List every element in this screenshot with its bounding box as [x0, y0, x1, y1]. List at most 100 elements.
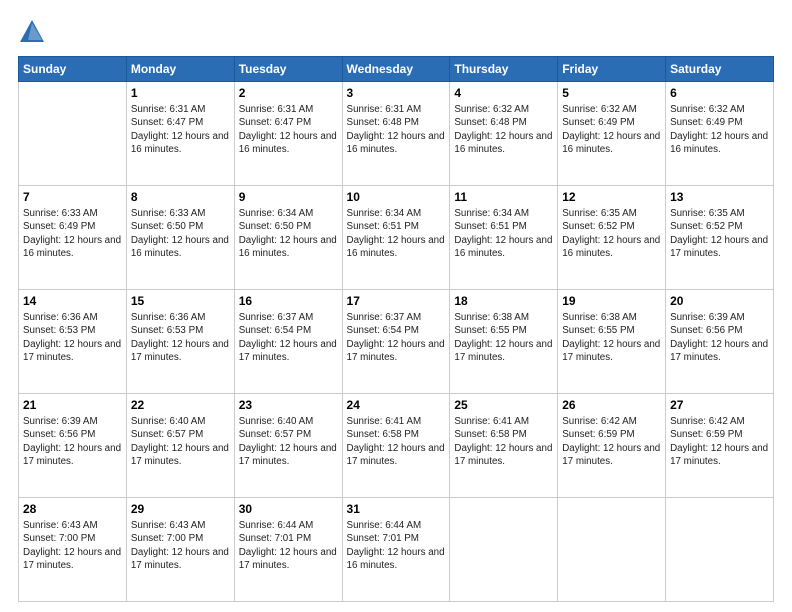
cell-day-number: 30	[239, 501, 338, 517]
cell-day-number: 21	[23, 397, 122, 413]
cell-info: Sunrise: 6:33 AMSunset: 6:50 PMDaylight:…	[131, 207, 230, 260]
calendar-table: SundayMondayTuesdayWednesdayThursdayFrid…	[18, 56, 774, 602]
cell-info: Sunrise: 6:32 AMSunset: 6:49 PMDaylight:…	[670, 103, 769, 156]
calendar-header-monday: Monday	[126, 57, 234, 82]
cell-info: Sunrise: 6:37 AMSunset: 6:54 PMDaylight:…	[239, 311, 338, 364]
calendar-header-thursday: Thursday	[450, 57, 558, 82]
calendar-cell: 12Sunrise: 6:35 AMSunset: 6:52 PMDayligh…	[558, 186, 666, 290]
cell-day-number: 1	[131, 85, 230, 101]
cell-day-number: 28	[23, 501, 122, 517]
cell-day-number: 13	[670, 189, 769, 205]
calendar-week-2: 7 Sunrise: 6:33 AMSunset: 6:49 PMDaylight…	[19, 186, 774, 290]
calendar-cell: 20 Sunrise: 6:39 AMSunset: 6:56 PMDayligh…	[666, 290, 774, 394]
cell-day-number: 14	[23, 293, 122, 309]
header	[18, 18, 774, 46]
calendar-cell: 8 Sunrise: 6:33 AMSunset: 6:50 PMDaylight…	[126, 186, 234, 290]
calendar-header-wednesday: Wednesday	[342, 57, 450, 82]
calendar-cell	[19, 82, 127, 186]
calendar-header-row: SundayMondayTuesdayWednesdayThursdayFrid…	[19, 57, 774, 82]
calendar-header-saturday: Saturday	[666, 57, 774, 82]
calendar-cell: 29 Sunrise: 6:43 AMSunset: 7:00 PMDayligh…	[126, 498, 234, 602]
cell-day-number: 27	[670, 397, 769, 413]
calendar-cell	[450, 498, 558, 602]
cell-info: Sunrise: 6:43 AMSunset: 7:00 PMDaylight:…	[23, 519, 122, 572]
calendar-cell: 25Sunrise: 6:41 AMSunset: 6:58 PMDayligh…	[450, 394, 558, 498]
cell-day-number: 22	[131, 397, 230, 413]
calendar-cell: 7 Sunrise: 6:33 AMSunset: 6:49 PMDaylight…	[19, 186, 127, 290]
cell-info: Sunrise: 6:39 AMSunset: 6:56 PMDaylight:…	[670, 311, 769, 364]
cell-info: Sunrise: 6:32 AMSunset: 6:48 PMDaylight:…	[454, 103, 553, 156]
cell-day-number: 8	[131, 189, 230, 205]
cell-day-number: 19	[562, 293, 661, 309]
calendar-header-friday: Friday	[558, 57, 666, 82]
cell-day-number: 9	[239, 189, 338, 205]
cell-info: Sunrise: 6:38 AMSunset: 6:55 PMDaylight:…	[454, 311, 553, 364]
cell-day-number: 12	[562, 189, 661, 205]
calendar-cell: 27 Sunrise: 6:42 AMSunset: 6:59 PMDayligh…	[666, 394, 774, 498]
logo	[18, 18, 50, 46]
calendar-cell: 26 Sunrise: 6:42 AMSunset: 6:59 PMDayligh…	[558, 394, 666, 498]
calendar-week-5: 28 Sunrise: 6:43 AMSunset: 7:00 PMDayligh…	[19, 498, 774, 602]
cell-day-number: 26	[562, 397, 661, 413]
calendar-cell: 5 Sunrise: 6:32 AMSunset: 6:49 PMDaylight…	[558, 82, 666, 186]
cell-info: Sunrise: 6:33 AMSunset: 6:49 PMDaylight:…	[23, 207, 122, 260]
calendar-week-3: 14 Sunrise: 6:36 AMSunset: 6:53 PMDayligh…	[19, 290, 774, 394]
cell-day-number: 5	[562, 85, 661, 101]
cell-day-number: 31	[347, 501, 446, 517]
calendar-header-sunday: Sunday	[19, 57, 127, 82]
calendar-cell: 30 Sunrise: 6:44 AMSunset: 7:01 PMDayligh…	[234, 498, 342, 602]
cell-info: Sunrise: 6:41 AMSunset: 6:58 PMDaylight:…	[454, 415, 553, 468]
cell-info: Sunrise: 6:36 AMSunset: 6:53 PMDaylight:…	[131, 311, 230, 364]
calendar-cell: 28 Sunrise: 6:43 AMSunset: 7:00 PMDayligh…	[19, 498, 127, 602]
calendar-cell: 6 Sunrise: 6:32 AMSunset: 6:49 PMDaylight…	[666, 82, 774, 186]
calendar-cell: 21 Sunrise: 6:39 AMSunset: 6:56 PMDayligh…	[19, 394, 127, 498]
cell-day-number: 23	[239, 397, 338, 413]
calendar-week-4: 21 Sunrise: 6:39 AMSunset: 6:56 PMDayligh…	[19, 394, 774, 498]
cell-info: Sunrise: 6:34 AMSunset: 6:51 PMDaylight:…	[347, 207, 446, 260]
calendar-cell: 14Sunrise: 6:36 AMSunset: 6:53 PMDayligh…	[19, 290, 127, 394]
cell-day-number: 2	[239, 85, 338, 101]
calendar-cell: 19 Sunrise: 6:38 AMSunset: 6:55 PMDayligh…	[558, 290, 666, 394]
calendar-week-1: 1 Sunrise: 6:31 AMSunset: 6:47 PMDaylight…	[19, 82, 774, 186]
cell-day-number: 29	[131, 501, 230, 517]
calendar-cell: 11Sunrise: 6:34 AMSunset: 6:51 PMDayligh…	[450, 186, 558, 290]
calendar-cell: 31 Sunrise: 6:44 AMSunset: 7:01 PMDayligh…	[342, 498, 450, 602]
cell-day-number: 3	[347, 85, 446, 101]
cell-day-number: 24	[347, 397, 446, 413]
cell-day-number: 16	[239, 293, 338, 309]
cell-info: Sunrise: 6:44 AMSunset: 7:01 PMDaylight:…	[347, 519, 446, 572]
calendar-cell: 16 Sunrise: 6:37 AMSunset: 6:54 PMDayligh…	[234, 290, 342, 394]
cell-day-number: 10	[347, 189, 446, 205]
calendar-cell: 3Sunrise: 6:31 AMSunset: 6:48 PMDaylight…	[342, 82, 450, 186]
cell-day-number: 6	[670, 85, 769, 101]
calendar-cell: 13 Sunrise: 6:35 AMSunset: 6:52 PMDayligh…	[666, 186, 774, 290]
cell-info: Sunrise: 6:31 AMSunset: 6:47 PMDaylight:…	[239, 103, 338, 156]
calendar-cell: 2 Sunrise: 6:31 AMSunset: 6:47 PMDaylight…	[234, 82, 342, 186]
cell-info: Sunrise: 6:35 AMSunset: 6:52 PMDaylight:…	[670, 207, 769, 260]
calendar-cell: 24 Sunrise: 6:41 AMSunset: 6:58 PMDayligh…	[342, 394, 450, 498]
cell-info: Sunrise: 6:44 AMSunset: 7:01 PMDaylight:…	[239, 519, 338, 572]
cell-day-number: 17	[347, 293, 446, 309]
calendar-cell	[666, 498, 774, 602]
cell-info: Sunrise: 6:39 AMSunset: 6:56 PMDaylight:…	[23, 415, 122, 468]
calendar-cell: 1 Sunrise: 6:31 AMSunset: 6:47 PMDaylight…	[126, 82, 234, 186]
cell-info: Sunrise: 6:41 AMSunset: 6:58 PMDaylight:…	[347, 415, 446, 468]
page: SundayMondayTuesdayWednesdayThursdayFrid…	[0, 0, 792, 612]
cell-info: Sunrise: 6:40 AMSunset: 6:57 PMDaylight:…	[131, 415, 230, 468]
logo-icon	[18, 18, 46, 46]
cell-info: Sunrise: 6:43 AMSunset: 7:00 PMDaylight:…	[131, 519, 230, 572]
cell-day-number: 7	[23, 189, 122, 205]
cell-info: Sunrise: 6:38 AMSunset: 6:55 PMDaylight:…	[562, 311, 661, 364]
cell-info: Sunrise: 6:31 AMSunset: 6:47 PMDaylight:…	[131, 103, 230, 156]
calendar-cell: 23Sunrise: 6:40 AMSunset: 6:57 PMDayligh…	[234, 394, 342, 498]
cell-info: Sunrise: 6:42 AMSunset: 6:59 PMDaylight:…	[670, 415, 769, 468]
calendar-cell: 15 Sunrise: 6:36 AMSunset: 6:53 PMDayligh…	[126, 290, 234, 394]
cell-info: Sunrise: 6:32 AMSunset: 6:49 PMDaylight:…	[562, 103, 661, 156]
cell-day-number: 11	[454, 189, 553, 205]
calendar-cell: 9Sunrise: 6:34 AMSunset: 6:50 PMDaylight…	[234, 186, 342, 290]
cell-info: Sunrise: 6:42 AMSunset: 6:59 PMDaylight:…	[562, 415, 661, 468]
cell-day-number: 20	[670, 293, 769, 309]
cell-day-number: 15	[131, 293, 230, 309]
calendar-cell: 18Sunrise: 6:38 AMSunset: 6:55 PMDayligh…	[450, 290, 558, 394]
calendar-cell: 17Sunrise: 6:37 AMSunset: 6:54 PMDayligh…	[342, 290, 450, 394]
